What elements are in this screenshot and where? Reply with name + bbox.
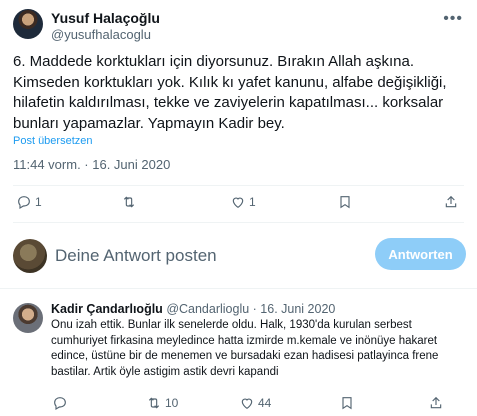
reply-retweet-button[interactable]: 10 bbox=[146, 395, 178, 411]
reply-like-button[interactable]: 44 bbox=[239, 395, 271, 411]
author-handle[interactable]: @yusufhalacoglu bbox=[51, 27, 151, 42]
share-icon bbox=[445, 195, 457, 208]
reply-input[interactable]: Deine Antwort posten bbox=[55, 246, 217, 266]
tweet-action-bar: 1 1 bbox=[0, 194, 477, 216]
translate-link[interactable]: Post übersetzen bbox=[13, 135, 93, 147]
tweet-text: 6. Maddede korktukları için diyorsunuz. … bbox=[13, 53, 447, 132]
reply-share-button[interactable] bbox=[428, 395, 444, 411]
reply-author-name[interactable]: Kadir Çandarlıoğlu bbox=[51, 302, 163, 316]
divider bbox=[13, 222, 464, 223]
reply-submit-button[interactable]: Antworten bbox=[375, 238, 466, 270]
retweet-icon bbox=[148, 397, 160, 409]
retweet-button[interactable] bbox=[121, 194, 140, 210]
author-avatar[interactable] bbox=[13, 9, 43, 39]
retweet-icon bbox=[123, 196, 135, 208]
like-count: 1 bbox=[249, 195, 256, 209]
like-icon bbox=[241, 398, 253, 410]
reply-action-bar: 10 44 bbox=[0, 395, 477, 416]
reply-retweet-count: 10 bbox=[165, 396, 179, 410]
reply-separator: · bbox=[249, 302, 261, 316]
divider bbox=[0, 288, 477, 289]
share-button[interactable] bbox=[443, 194, 459, 210]
reply-like-count: 44 bbox=[258, 396, 272, 410]
reply-author-avatar[interactable] bbox=[13, 303, 43, 333]
reply-text: Onu izah ettik. Bunlar ilk senelerde old… bbox=[51, 319, 439, 378]
reply-reply-button[interactable] bbox=[52, 395, 71, 411]
reply-button[interactable]: 1 bbox=[16, 194, 42, 210]
like-button[interactable]: 1 bbox=[230, 194, 256, 210]
reply-count: 1 bbox=[35, 195, 42, 209]
reply-header: Kadir Çandarlıoğlu @Candarlioglu · 16. J… bbox=[51, 302, 335, 316]
more-icon[interactable]: ••• bbox=[443, 10, 463, 28]
bookmark-button[interactable] bbox=[337, 194, 353, 210]
bookmark-icon bbox=[342, 397, 352, 410]
divider bbox=[13, 185, 464, 186]
like-icon bbox=[232, 197, 244, 209]
reply-icon bbox=[18, 196, 30, 210]
reply-date[interactable]: 16. Juni 2020 bbox=[260, 302, 335, 316]
reply-author-handle[interactable]: @Candarlioglu bbox=[166, 302, 249, 316]
bookmark-icon bbox=[340, 196, 350, 209]
reply-icon bbox=[54, 397, 66, 411]
share-icon bbox=[430, 396, 442, 409]
reply-bookmark-button[interactable] bbox=[339, 395, 355, 411]
author-name[interactable]: Yusuf Halaçoğlu bbox=[51, 10, 160, 26]
tweet-timestamp[interactable]: 11:44 vorm. · 16. Juni 2020 bbox=[13, 157, 170, 172]
user-avatar bbox=[13, 239, 47, 273]
